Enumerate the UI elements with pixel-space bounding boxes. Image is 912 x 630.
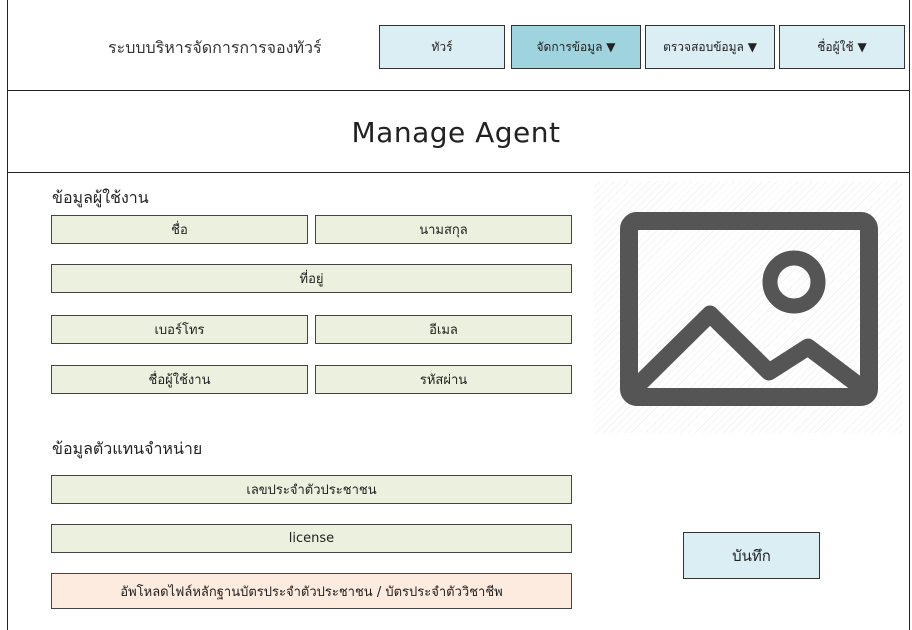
password-field[interactable]: รหัสผ่าน — [315, 365, 572, 394]
last-name-field[interactable]: นามสกุล — [315, 215, 572, 244]
upload-document-button[interactable]: อัพโหลดไฟล์หลักฐานบัตรประจำตัวประชาชน / … — [51, 573, 572, 609]
email-field[interactable]: อีเมล — [315, 315, 572, 344]
id-card-field[interactable]: เลขประจำตัวประชาชน — [51, 475, 572, 504]
nav-manage-data-button[interactable]: จัดการข้อมูล ▼ — [511, 25, 641, 69]
image-icon — [620, 212, 878, 406]
title-divider — [7, 172, 910, 173]
address-field[interactable]: ที่อยู่ — [51, 264, 572, 293]
license-field[interactable]: license — [51, 524, 572, 553]
page-title: Manage Agent — [351, 116, 561, 149]
phone-field[interactable]: เบอร์โทร — [51, 315, 308, 344]
username-field[interactable]: ชื่อผู้ใช้งาน — [51, 365, 308, 394]
header-divider — [7, 90, 910, 91]
nav-tours-button[interactable]: ทัวร์ — [379, 25, 505, 69]
nav-check-data-button[interactable]: ตรวจสอบข้อมูล ▼ — [645, 25, 775, 69]
user-info-heading: ข้อมูลผู้ใช้งาน — [52, 188, 149, 207]
first-name-field[interactable]: ชื่อ — [51, 215, 308, 244]
app-title: ระบบบริหารจัดการการจองทัวร์ — [108, 38, 322, 57]
profile-image-placeholder[interactable] — [594, 181, 902, 433]
save-button[interactable]: บันทึก — [683, 532, 820, 579]
nav-username-button[interactable]: ชื่อผู้ใช้ ▼ — [779, 25, 905, 69]
agent-info-heading: ข้อมูลตัวแทนจำหน่าย — [52, 439, 203, 458]
